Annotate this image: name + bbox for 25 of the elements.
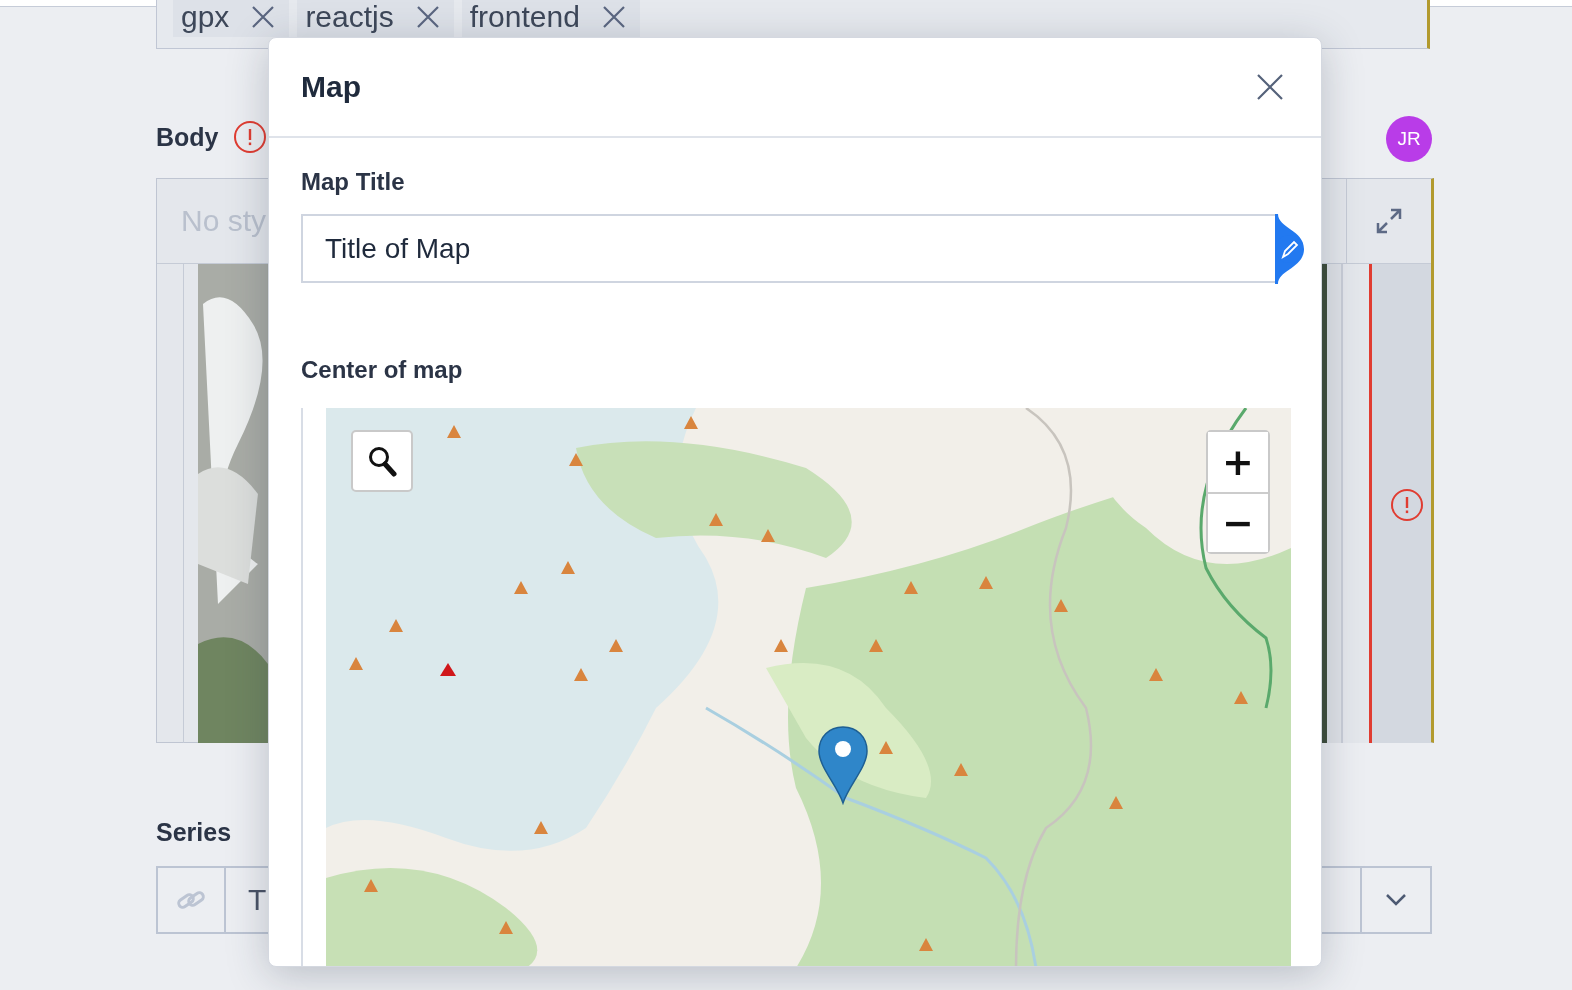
edit-badge-icon[interactable] <box>1275 214 1305 284</box>
tag-label: frontend <box>469 0 580 34</box>
field-label: Body <box>156 122 219 152</box>
dialog-title: Map <box>301 70 361 104</box>
warning-icon <box>1390 488 1424 522</box>
series-placeholder: T <box>248 883 267 917</box>
chevron-down-icon <box>1385 893 1407 907</box>
title-input[interactable]: Title of Map <box>301 214 1277 283</box>
close-icon <box>1257 74 1283 100</box>
remove-tag-icon[interactable] <box>601 5 626 29</box>
tag-label: reactjs <box>305 0 394 34</box>
search-button[interactable] <box>351 430 413 492</box>
user-avatar: JR <box>1386 116 1432 162</box>
expand-icon <box>1374 206 1404 236</box>
remove-tag-icon[interactable] <box>415 5 440 29</box>
remove-tag-icon[interactable] <box>251 5 276 29</box>
field-label: Map Title <box>301 168 406 196</box>
field-label: Center of map <box>301 356 464 384</box>
map-marker-icon[interactable] <box>817 725 869 805</box>
link-icon <box>176 888 206 912</box>
warning-icon <box>232 120 267 154</box>
zoom-out-button[interactable]: − <box>1208 492 1268 552</box>
tag-label: gpx <box>181 0 230 34</box>
field-label: Series <box>156 818 232 847</box>
search-icon <box>367 445 397 477</box>
